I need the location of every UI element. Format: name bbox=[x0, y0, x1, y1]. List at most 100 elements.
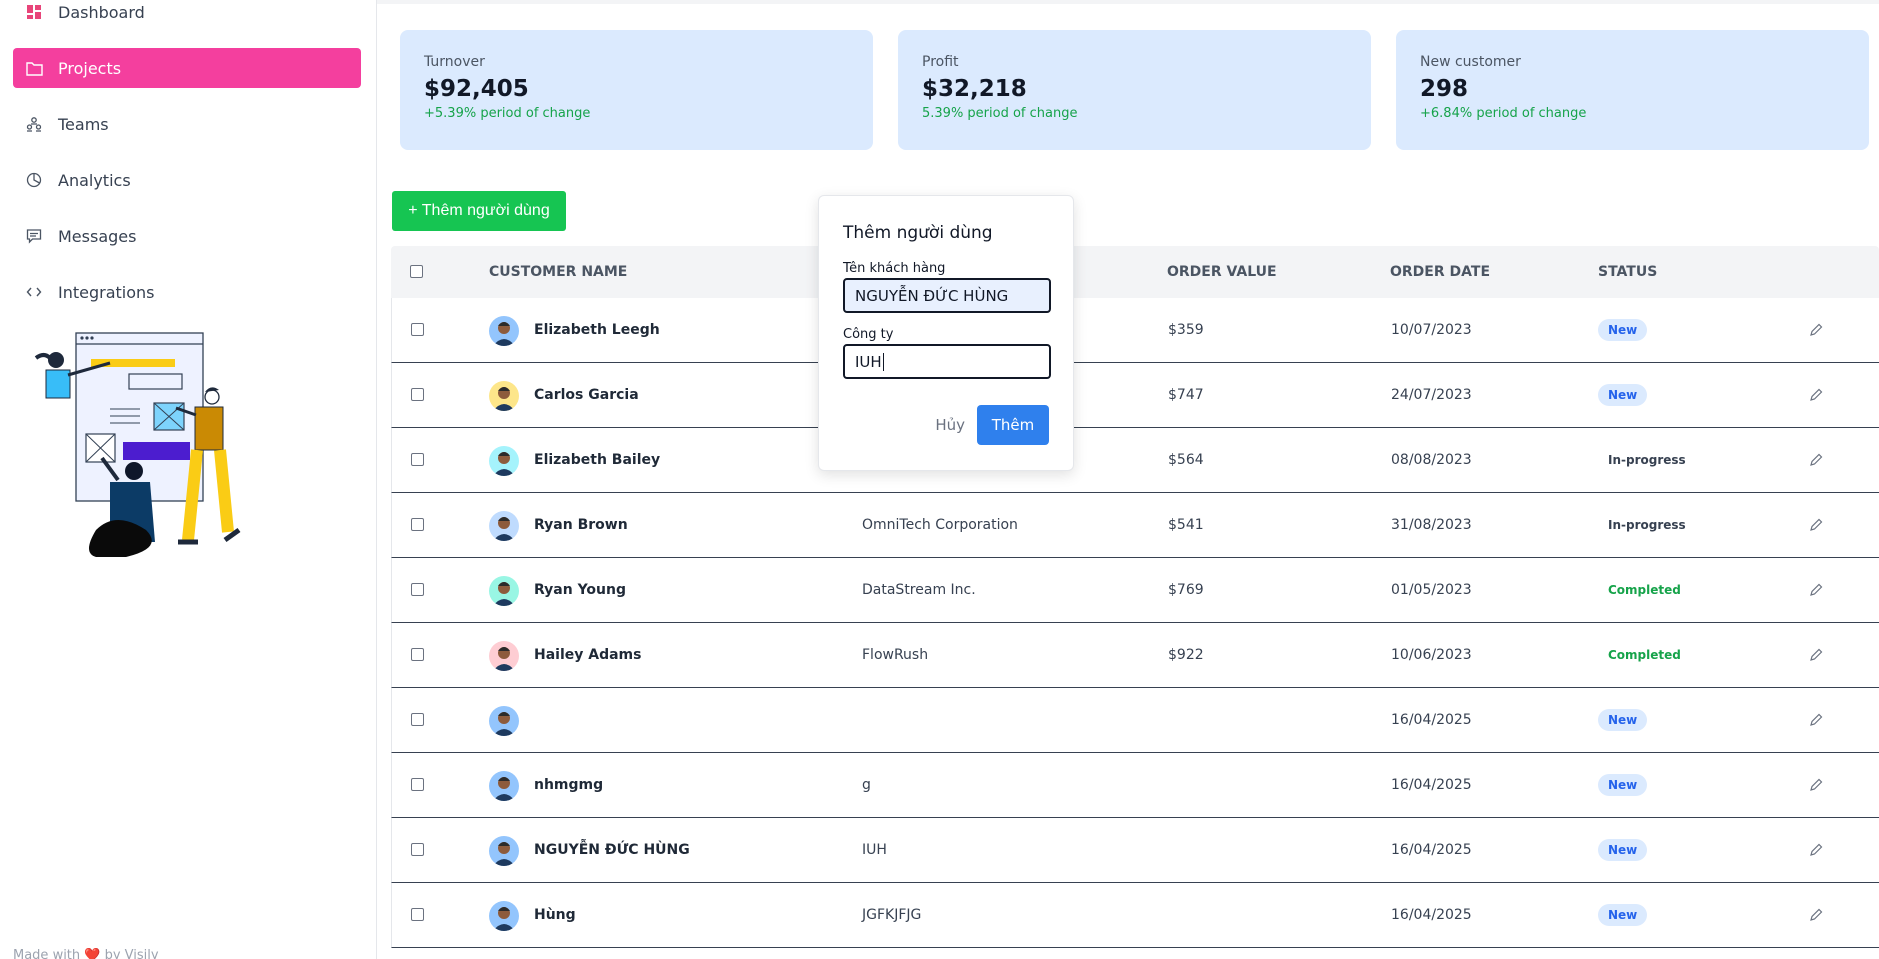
text-caret bbox=[882, 352, 884, 371]
company-value: IUH bbox=[855, 352, 882, 371]
pencil-icon[interactable] bbox=[1808, 647, 1824, 663]
row-checkbox[interactable] bbox=[411, 388, 424, 401]
header-order-date[interactable]: ORDER DATE bbox=[1390, 264, 1490, 280]
sidebar-item-label: Teams bbox=[58, 114, 109, 134]
dialog-title: Thêm người dùng bbox=[843, 223, 993, 243]
company-name: OmniTech Corporation bbox=[862, 517, 1018, 533]
pencil-icon[interactable] bbox=[1808, 322, 1824, 338]
status-badge: Completed bbox=[1608, 583, 1681, 597]
submit-button[interactable]: Thêm bbox=[977, 405, 1049, 445]
header-status[interactable]: STATUS bbox=[1598, 264, 1657, 280]
order-date: 16/04/2025 bbox=[1391, 842, 1472, 858]
order-date: 16/04/2025 bbox=[1391, 712, 1472, 728]
customer-name: Elizabeth Bailey bbox=[534, 452, 661, 468]
avatar bbox=[489, 771, 519, 801]
status-badge: New bbox=[1598, 709, 1648, 731]
company-name: JGFKJFJG bbox=[862, 907, 922, 923]
table-row[interactable]: Ryan Brown OmniTech Corporation $541 31/08/… bbox=[391, 493, 1879, 558]
stat-change: 5.39% period of change bbox=[922, 106, 1078, 121]
add-user-dialog: Thêm người dùng Tên khách hàng NGUYỄN ĐỨ… bbox=[818, 195, 1074, 471]
row-checkbox[interactable] bbox=[411, 778, 424, 791]
table-row[interactable]: Elizabeth Bailey $564 08/08/2023 In-progres… bbox=[391, 428, 1879, 493]
sidebar-item-projects[interactable]: Projects bbox=[13, 48, 361, 88]
team-illustration bbox=[30, 330, 250, 565]
avatar bbox=[489, 511, 519, 541]
status-badge: New bbox=[1598, 839, 1648, 861]
avatar bbox=[489, 836, 519, 866]
sidebar-item-label: Analytics bbox=[58, 170, 131, 190]
folder-icon bbox=[25, 59, 43, 77]
customer-name: Carlos Garcia bbox=[534, 387, 639, 403]
pie-chart-icon bbox=[25, 171, 43, 189]
customer-name-input[interactable]: NGUYỄN ĐỨC HÙNG bbox=[843, 278, 1051, 313]
pencil-icon[interactable] bbox=[1808, 582, 1824, 598]
order-date: 10/07/2023 bbox=[1391, 322, 1472, 338]
order-value: $922 bbox=[1168, 647, 1204, 663]
row-checkbox[interactable] bbox=[411, 323, 424, 336]
pencil-icon[interactable] bbox=[1808, 907, 1824, 923]
status-badge: New bbox=[1598, 904, 1648, 926]
avatar bbox=[489, 901, 519, 931]
stat-label: Turnover bbox=[424, 54, 485, 70]
row-checkbox[interactable] bbox=[411, 583, 424, 596]
table-row[interactable]: Hailey Adams FlowRush $922 10/06/2023 Comple… bbox=[391, 623, 1879, 688]
status-badge: In-progress bbox=[1608, 518, 1686, 532]
company-input[interactable]: IUH bbox=[843, 344, 1051, 379]
pencil-icon[interactable] bbox=[1808, 842, 1824, 858]
select-all-checkbox[interactable] bbox=[410, 265, 423, 278]
company-name: IUH bbox=[862, 842, 887, 858]
sidebar-item-analytics[interactable]: Analytics bbox=[13, 160, 361, 200]
add-user-button[interactable]: + Thêm người dùng bbox=[392, 191, 566, 231]
order-value: $564 bbox=[1168, 452, 1204, 468]
cancel-button[interactable]: Hủy bbox=[935, 416, 965, 434]
row-checkbox[interactable] bbox=[411, 518, 424, 531]
table-row[interactable]: NGUYỄN ĐỨC HÙNG IUH 16/04/2025 New bbox=[391, 818, 1879, 883]
customer-name-label: Tên khách hàng bbox=[843, 261, 946, 276]
sidebar-item-messages[interactable]: Messages bbox=[13, 216, 361, 256]
top-divider bbox=[377, 0, 1879, 4]
sidebar: Dashboard Projects Teams Analytics Messa… bbox=[0, 0, 377, 959]
sidebar-item-dashboard[interactable]: Dashboard bbox=[13, 0, 361, 32]
header-customer-name[interactable]: CUSTOMER NAME bbox=[489, 264, 627, 280]
row-checkbox[interactable] bbox=[411, 843, 424, 856]
order-date: 16/04/2025 bbox=[1391, 907, 1472, 923]
order-date: 24/07/2023 bbox=[1391, 387, 1472, 403]
pencil-icon[interactable] bbox=[1808, 387, 1824, 403]
sidebar-item-label: Projects bbox=[58, 58, 122, 78]
table-row[interactable]: Hùng JGFKJFJG 16/04/2025 New bbox=[391, 883, 1879, 948]
header-order-value[interactable]: ORDER VALUE bbox=[1167, 264, 1277, 280]
avatar bbox=[489, 316, 519, 346]
stat-card-new-customer: New customer 298 +6.84% period of change bbox=[1396, 30, 1869, 150]
table-row[interactable]: Ryan Young DataStream Inc. $769 01/05/2023 C… bbox=[391, 558, 1879, 623]
customer-table: CUSTOMER NAME ORDER VALUE ORDER DATE STA… bbox=[391, 246, 1879, 948]
table-row[interactable]: Carlos Garcia $747 24/07/2023 New bbox=[391, 363, 1879, 428]
teams-icon bbox=[25, 115, 43, 133]
row-checkbox[interactable] bbox=[411, 453, 424, 466]
pencil-icon[interactable] bbox=[1808, 452, 1824, 468]
customer-name: NGUYỄN ĐỨC HÙNG bbox=[534, 842, 690, 858]
pencil-icon[interactable] bbox=[1808, 712, 1824, 728]
order-date: 01/05/2023 bbox=[1391, 582, 1472, 598]
sidebar-item-integrations[interactable]: Integrations bbox=[13, 272, 361, 312]
dialog-actions: Hủy Thêm bbox=[935, 405, 1049, 445]
pencil-icon[interactable] bbox=[1808, 517, 1824, 533]
company-label: Công ty bbox=[843, 327, 894, 342]
footer-note: Made with ❤️ by Visily bbox=[13, 948, 159, 959]
avatar bbox=[489, 381, 519, 411]
table-row[interactable]: 16/04/2025 New bbox=[391, 688, 1879, 753]
row-checkbox[interactable] bbox=[411, 908, 424, 921]
table-header: CUSTOMER NAME ORDER VALUE ORDER DATE STA… bbox=[391, 246, 1879, 298]
order-date: 08/08/2023 bbox=[1391, 452, 1472, 468]
avatar bbox=[489, 641, 519, 671]
stat-value: $92,405 bbox=[424, 76, 529, 102]
stat-label: Profit bbox=[922, 54, 959, 70]
message-icon bbox=[25, 227, 43, 245]
table-row[interactable]: nhmgmg g 16/04/2025 New bbox=[391, 753, 1879, 818]
table-row[interactable]: Elizabeth Leegh $359 10/07/2023 New bbox=[391, 298, 1879, 363]
sidebar-item-teams[interactable]: Teams bbox=[13, 104, 361, 144]
avatar bbox=[489, 576, 519, 606]
row-checkbox[interactable] bbox=[411, 648, 424, 661]
pencil-icon[interactable] bbox=[1808, 777, 1824, 793]
row-checkbox[interactable] bbox=[411, 713, 424, 726]
customer-name: Hailey Adams bbox=[534, 647, 642, 663]
